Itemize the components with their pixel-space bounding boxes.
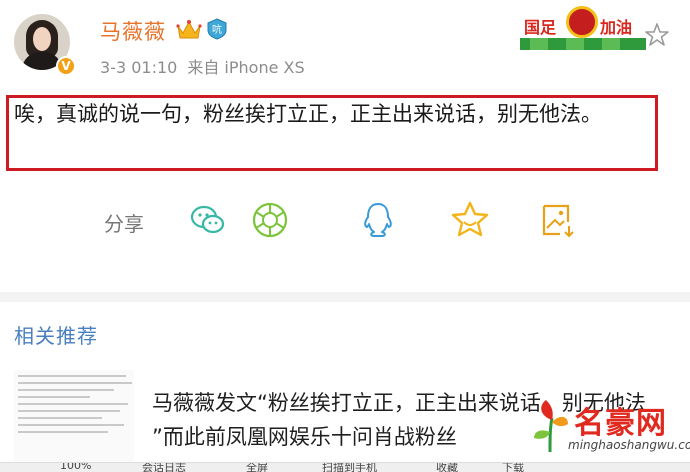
post-date: 3-3 01:10: [100, 58, 178, 77]
username[interactable]: 马薇薇: [100, 16, 166, 46]
thumbnail-line: [18, 389, 114, 391]
verified-badge-icon: V: [56, 56, 76, 76]
thumbnail-line: [18, 424, 124, 426]
follow-star-icon[interactable]: [644, 22, 670, 48]
thumbnail-line: [18, 410, 120, 412]
svg-text:吭: 吭: [212, 23, 222, 36]
thumbnail-line: [18, 431, 108, 433]
watermark-name: 名豪网: [574, 406, 667, 441]
post-text: 唉，真诚的说一句，粉丝挨打立正，正主出来说话，别无他法。: [14, 102, 602, 126]
level-badge-icon: 吭: [207, 18, 227, 40]
banner-grass-stripe: [602, 38, 620, 50]
related-thumbnail[interactable]: [14, 370, 134, 462]
crown-icon: [176, 20, 202, 39]
banner-grass-stripe: [566, 38, 584, 50]
thumbnail-line: [18, 403, 129, 405]
banner-text-left: 国足: [524, 18, 557, 37]
watermark-domain: minghaoshangwu.com: [568, 438, 690, 452]
post-meta: 3-3 01:10 来自 iPhone XS: [100, 54, 305, 78]
share-label: 分享: [104, 212, 144, 236]
post-source: 来自 iPhone XS: [187, 58, 305, 77]
moments-icon[interactable]: [250, 200, 290, 240]
qq-icon[interactable]: [358, 200, 398, 240]
watermark-logo-icon: [534, 400, 568, 453]
thumbnail-line: [18, 417, 102, 419]
save-image-icon[interactable]: [538, 200, 578, 240]
banner-grass-stripe: [530, 38, 548, 50]
banner-emblem-icon: [566, 6, 598, 38]
thumbnail-line: [18, 396, 90, 398]
banner-text-right: 加油: [600, 18, 633, 37]
avatar-face: [33, 27, 51, 51]
favorite-star-icon[interactable]: [450, 200, 490, 240]
related-title: 相关推荐: [14, 324, 98, 348]
watermark: 名豪网 minghaoshangwu.com: [524, 392, 690, 464]
thumbnail-line: [18, 375, 126, 377]
thumbnail-line: [18, 382, 132, 384]
wechat-icon[interactable]: [188, 200, 228, 240]
section-divider: [0, 292, 690, 302]
football-banner: 国足 加油: [520, 6, 646, 50]
